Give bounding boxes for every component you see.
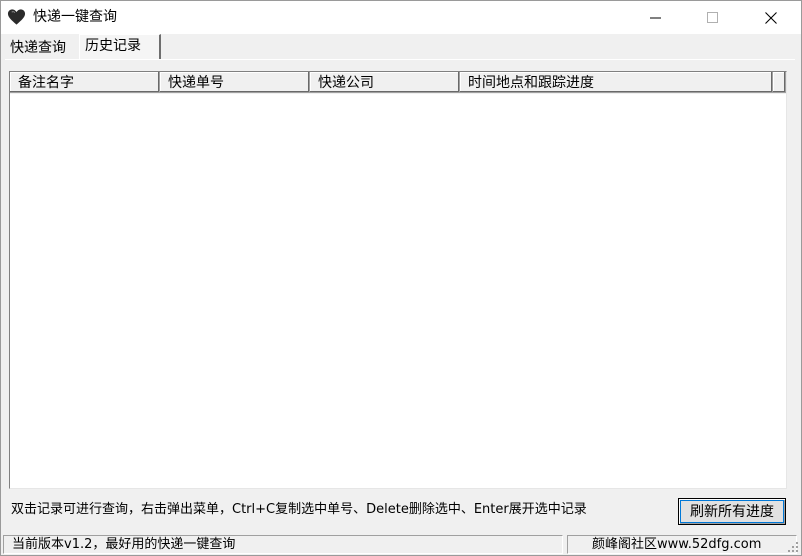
window-title: 快递一键查询 bbox=[33, 9, 117, 25]
maximize-icon bbox=[707, 12, 718, 23]
tab-history[interactable]: 历史记录 bbox=[79, 34, 161, 59]
status-site-link[interactable]: 颜峰阁社区www.52dfg.com bbox=[567, 535, 797, 554]
maximize-button[interactable] bbox=[690, 1, 736, 34]
column-header-filler bbox=[773, 72, 786, 93]
app-window: 快递一键查询 快递查询 历史记录 备注名字 快递单号 快递公司 时间地点和跟踪进… bbox=[0, 0, 802, 556]
status-bar: 当前版本v1.2，最好用的快递一键查询 颜峰阁社区www.52dfg.com bbox=[1, 534, 801, 555]
minimize-button[interactable] bbox=[633, 1, 679, 34]
list-header: 备注名字 快递单号 快递公司 时间地点和跟踪进度 bbox=[10, 72, 786, 94]
minimize-icon bbox=[650, 17, 661, 19]
heart-icon bbox=[7, 9, 26, 25]
close-button[interactable] bbox=[748, 1, 794, 34]
column-header-remark[interactable]: 备注名字 bbox=[10, 72, 160, 93]
title-bar[interactable]: 快递一键查询 bbox=[1, 1, 801, 34]
status-version: 当前版本v1.2，最好用的快递一键查询 bbox=[3, 535, 563, 554]
tab-express-query[interactable]: 快递查询 bbox=[5, 37, 77, 59]
column-header-courier[interactable]: 快递公司 bbox=[310, 72, 460, 93]
refresh-all-button[interactable]: 刷新所有进度 bbox=[678, 498, 786, 525]
column-header-progress[interactable]: 时间地点和跟踪进度 bbox=[460, 72, 773, 93]
tab-strip: 快递查询 历史记录 bbox=[5, 34, 799, 60]
close-icon bbox=[765, 12, 777, 24]
usage-hint: 双击记录可进行查询，右击弹出菜单，Ctrl+C复制选中单号、Delete删除选中… bbox=[11, 502, 587, 517]
history-list[interactable]: 备注名字 快递单号 快递公司 时间地点和跟踪进度 bbox=[9, 71, 787, 489]
column-header-tracking-number[interactable]: 快递单号 bbox=[160, 72, 310, 93]
resize-grip-icon[interactable] bbox=[787, 541, 799, 553]
tab-panel-edge bbox=[5, 59, 795, 60]
